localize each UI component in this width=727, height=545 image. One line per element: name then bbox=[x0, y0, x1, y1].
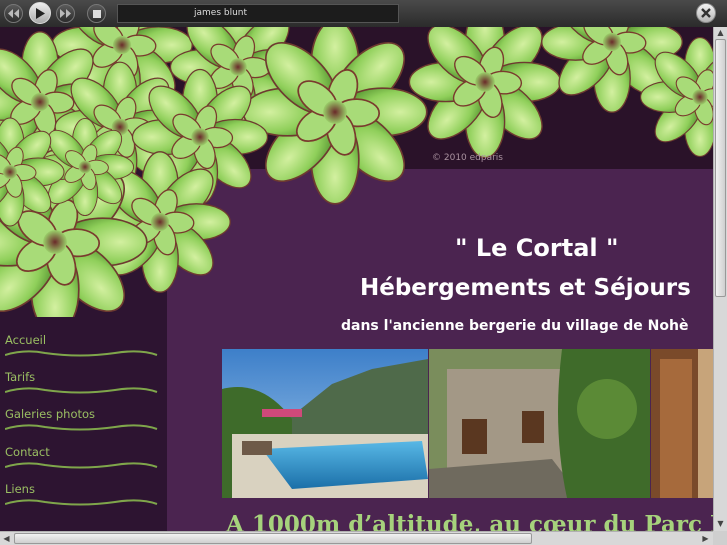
menu-underline bbox=[5, 462, 158, 469]
horizontal-scrollbar[interactable]: ◀ ▶ bbox=[0, 531, 713, 545]
menu-underline bbox=[5, 499, 158, 506]
close-button[interactable] bbox=[696, 3, 716, 23]
stop-button[interactable] bbox=[87, 4, 106, 23]
scroll-right-arrow-icon[interactable]: ▶ bbox=[700, 533, 711, 544]
headline: A 1000m d’altitude, au cœur du Parc Natu… bbox=[226, 511, 713, 531]
menu-underline bbox=[5, 387, 158, 394]
site-subtitle: Hébergements et Séjours bbox=[360, 275, 691, 301]
menu-item-label: Accueil bbox=[5, 333, 47, 347]
scroll-left-arrow-icon[interactable]: ◀ bbox=[1, 533, 12, 544]
vertical-scrollbar[interactable]: ▲ ▼ bbox=[713, 27, 727, 531]
menu-underline bbox=[5, 424, 158, 431]
menu-item-contact[interactable]: Contact bbox=[5, 445, 160, 479]
play-icon bbox=[36, 7, 45, 19]
doorway-photo bbox=[651, 349, 713, 498]
site-title: " Le Cortal " bbox=[455, 234, 619, 262]
copyright-notice: © 2010 edparis bbox=[432, 153, 503, 163]
fast-forward-button[interactable] bbox=[56, 4, 75, 23]
web-page: © 2010 edparis " Le Cortal " Hébergement… bbox=[0, 27, 713, 531]
close-icon bbox=[701, 8, 711, 18]
rewind-icon bbox=[8, 9, 19, 18]
rewind-button[interactable] bbox=[4, 4, 23, 23]
menu-item-liens[interactable]: Liens bbox=[5, 482, 160, 516]
fast-forward-icon bbox=[60, 9, 71, 18]
media-player-bar: james blunt bbox=[0, 0, 727, 28]
play-button[interactable] bbox=[29, 2, 51, 24]
succulent-header-image bbox=[0, 27, 713, 317]
menu-item-accueil[interactable]: Accueil bbox=[5, 333, 160, 367]
scrollbar-corner bbox=[713, 531, 727, 545]
horizontal-scrollbar-thumb[interactable] bbox=[14, 533, 532, 544]
stop-icon bbox=[92, 9, 101, 18]
scroll-down-arrow-icon[interactable]: ▼ bbox=[715, 518, 726, 529]
track-title: james blunt bbox=[117, 4, 399, 23]
pool-photo bbox=[222, 349, 428, 498]
menu-underline bbox=[5, 350, 158, 357]
menu-item-label: Liens bbox=[5, 482, 35, 496]
scroll-up-arrow-icon[interactable]: ▲ bbox=[715, 27, 726, 38]
site-tagline: dans l'ancienne bergerie du village de N… bbox=[341, 318, 689, 334]
menu-item-label: Contact bbox=[5, 445, 50, 459]
menu-item-label: Tarifs bbox=[5, 370, 36, 384]
vertical-scrollbar-thumb[interactable] bbox=[715, 39, 726, 297]
menu-item-label: Galeries photos bbox=[5, 407, 96, 421]
menu-item-galeries-photos[interactable]: Galeries photos bbox=[5, 407, 160, 441]
stone-house-photo bbox=[429, 349, 650, 498]
photo-strip bbox=[222, 349, 713, 498]
menu-item-tarifs[interactable]: Tarifs bbox=[5, 370, 160, 404]
